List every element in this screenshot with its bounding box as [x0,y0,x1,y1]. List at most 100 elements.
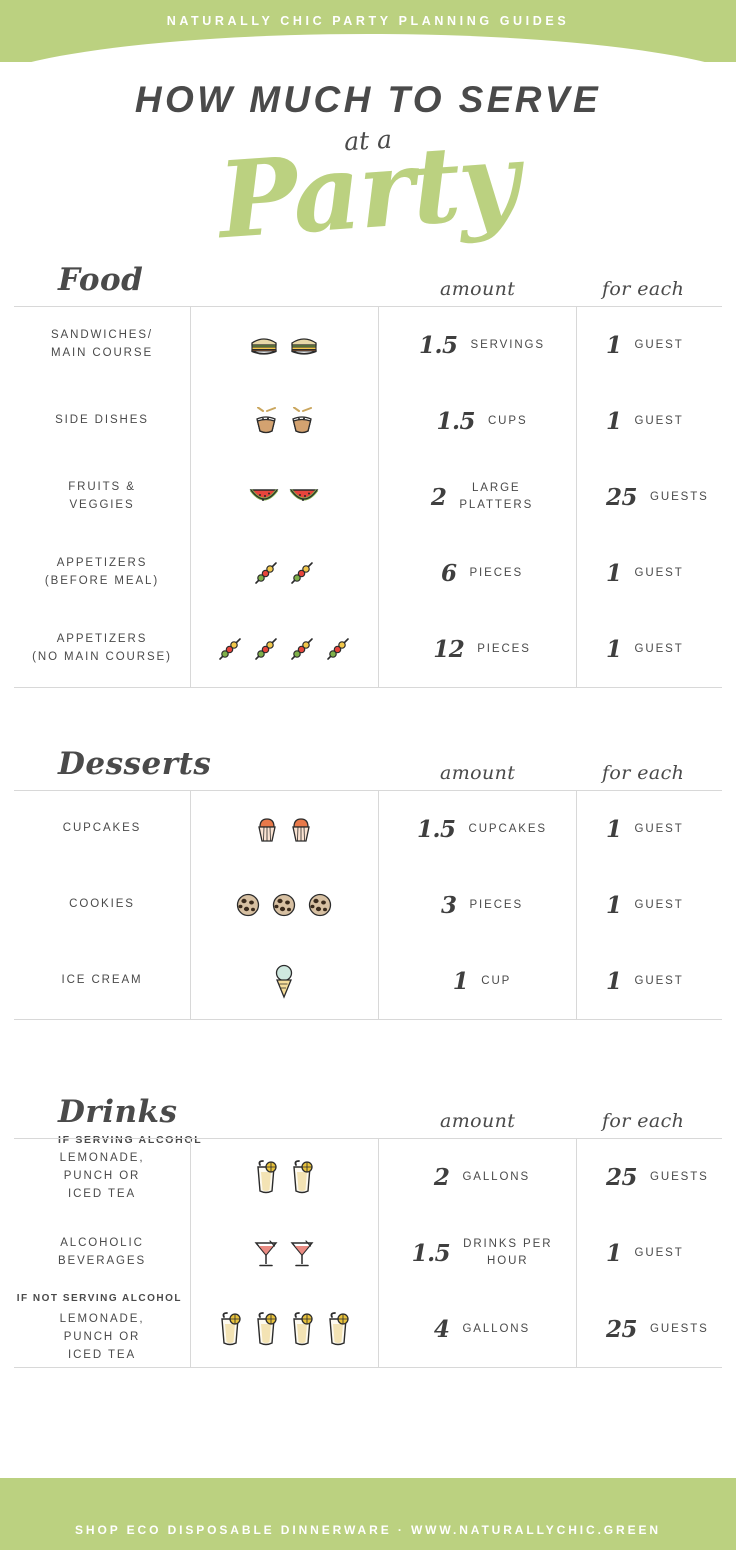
section-title: Desserts [58,746,212,782]
row-icons [190,1159,378,1195]
amount-unit: DRINKS PER HOUR [463,1238,553,1267]
cookie-icon [271,892,297,918]
section-desserts: Desserts amount for each CUPCAKES 1.5 CUP… [0,730,736,1020]
for-each-unit: GUESTS [650,490,709,503]
row-for-each: 25 GUESTS [576,484,708,511]
column-header-for-each: for each [602,278,685,300]
row-icons [190,1311,378,1347]
row-for-each: 1 GUEST [576,408,708,435]
amount-number: 3 [440,891,457,919]
table-row: LEMONADE, PUNCH OR ICED TEA 2 GALLONS 25 G… [14,1139,722,1215]
amount-number: 1 [452,967,469,995]
for-each-number: 1 [606,635,622,663]
lemonade-glass-icon [289,1159,315,1195]
for-each-unit: GUEST [634,974,684,987]
amount-unit: GALLONS [462,1322,531,1335]
lemonade-glass-icon [289,1311,315,1347]
ice-cream-cone-icon [272,963,296,999]
skewer-icon [253,636,279,662]
row-label: SANDWICHES/MAIN COURSE [50,329,154,359]
row-label: CUPCAKES [62,822,142,835]
row-label: APPETIZERS (NO MAIN COURSE) [32,633,172,663]
cookie-icon [307,892,333,918]
section-table: LEMONADE, PUNCH OR ICED TEA 2 GALLONS 25 G… [14,1138,722,1368]
row-label: SIDE DISHES [55,414,149,427]
row-amount: 3 PIECES [378,892,576,919]
section-food: Food amount for each SANDWICHES/MAIN COUR… [0,246,736,688]
for-each-unit: GUEST [634,642,684,655]
column-header-amount: amount [440,278,516,300]
lemonade-glass-icon [325,1311,351,1347]
amount-number: 1.5 [419,331,458,359]
lemonade-glass-icon [253,1311,279,1347]
section-drinks: Drinks IF SERVING ALCOHOL amount for each … [0,1078,736,1368]
amount-unit: CUPCAKES [468,822,547,835]
row-icons [190,334,378,356]
for-each-unit: GUEST [634,566,684,579]
amount-unit: CUPS [487,414,528,427]
for-each-number: 1 [606,967,622,995]
bottom-banner-band [0,1478,736,1550]
row-icons [190,636,378,662]
watermelon-icon [289,486,319,508]
table-row: COOKIES 3 PIECES 1 GUEST [14,867,722,943]
row-label: COOKIES [69,898,135,911]
section-table: SANDWICHES/MAIN COURSE 1.5 SERVINGS 1 GU… [14,306,722,688]
for-each-number: 1 [606,407,622,435]
amount-unit: GALLONS [462,1170,531,1183]
row-amount: 2 GALLONS [378,1164,576,1191]
row-amount: 1 CUP [378,968,576,995]
skewer-icon [253,560,279,586]
column-header-for-each: for each [602,1110,685,1132]
for-each-number: 25 [606,1163,638,1191]
for-each-number: 1 [606,1239,622,1267]
row-for-each: 1 GUEST [576,1240,708,1267]
row-label: LEMONADE, PUNCH OR ICED TEA [59,1152,145,1200]
amount-unit: PIECES [477,642,531,655]
infographic-page: NATURALLY CHIC PARTY PLANNING GUIDES HOW… [0,0,736,1550]
row-icons [190,560,378,586]
row-amount: 1.5 SERVINGS [378,332,576,359]
footer-text: SHOP ECO DISPOSABLE DINNERWARE · WWW.NAT… [75,1523,661,1537]
row-for-each: 25 GUESTS [576,1316,708,1343]
row-label: ICE CREAM [61,974,143,987]
side-dish-bowl-icon [253,407,279,435]
column-header-amount: amount [440,1110,516,1132]
for-each-number: 25 [606,483,638,511]
row-for-each: 1 GUEST [576,892,708,919]
row-for-each: 1 GUEST [576,968,708,995]
section-header: Desserts amount for each [0,730,736,790]
top-banner [0,0,736,94]
row-amount: 1.5 CUPCAKES [378,816,576,843]
for-each-unit: GUEST [634,338,684,351]
section-header: Drinks IF SERVING ALCOHOL amount for each [0,1078,736,1146]
row-amount: 6 PIECES [378,560,576,587]
for-each-unit: GUESTS [650,1322,709,1335]
row-icons [190,486,378,508]
column-header-amount: amount [440,762,516,784]
amount-unit: PIECES [469,898,524,911]
for-each-unit: GUEST [634,1246,684,1259]
for-each-number: 1 [606,331,622,359]
section-title: Drinks [58,1094,178,1130]
amount-number: 6 [440,559,457,587]
amount-number: 2 [433,1163,450,1191]
for-each-unit: GUESTS [650,1170,709,1183]
amount-unit: SERVINGS [470,338,545,351]
row-icons [190,1238,378,1268]
cupcake-icon [289,815,313,843]
section-header: Food amount for each [0,246,736,306]
amount-number: 1.5 [411,1239,451,1267]
table-row: ALCOHOLIC BEVERAGES 1.5 DRINKS PER HOUR 1 … [14,1215,722,1291]
watermelon-icon [249,486,279,508]
column-header-for-each: for each [602,762,685,784]
skewer-icon [289,560,315,586]
row-label: FRUITS & VEGGIES [68,481,136,511]
row-icons [190,815,378,843]
table-row: IF NOT SERVING ALCOHOL LEMONADE, PUNCH OR I… [14,1291,722,1367]
cookie-icon [235,892,261,918]
amount-number: 1.5 [436,407,475,435]
table-row: FRUITS & VEGGIES 2 LARGE PLATTERS 25 GUEST… [14,459,722,535]
cocktail-glass-icon [253,1238,279,1268]
for-each-number: 1 [606,559,622,587]
